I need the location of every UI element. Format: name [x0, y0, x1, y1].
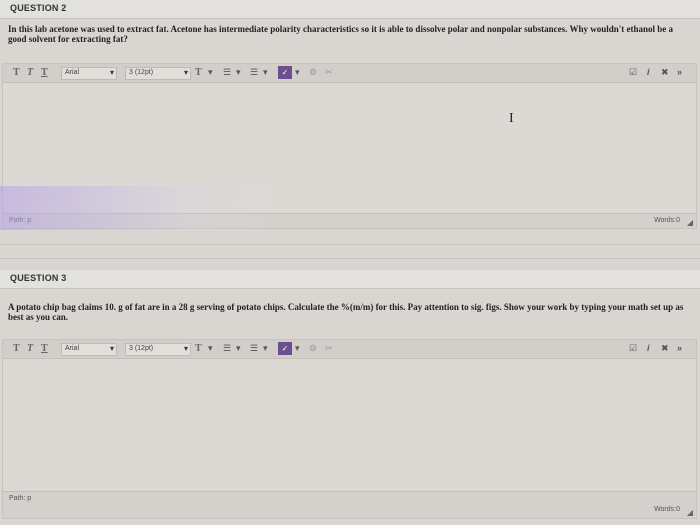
bullet-list-icon[interactable]: ☰ — [250, 343, 258, 354]
unlink-icon[interactable]: ✂ — [325, 343, 333, 354]
bullet-list-icon[interactable]: ☰ — [250, 67, 258, 78]
question-2-answer-area[interactable]: I — [3, 83, 696, 213]
font-size-select[interactable]: 3 (12pt) ▾ — [125, 343, 191, 356]
bold-button[interactable]: T — [13, 343, 20, 354]
chevron-down-icon[interactable]: ▾ — [236, 343, 241, 354]
link-icon[interactable]: ⚙ — [309, 67, 317, 78]
info-icon[interactable]: i — [647, 67, 650, 77]
path-indicator: Path: p — [9, 217, 32, 224]
chevron-down-icon: ▾ — [183, 344, 188, 353]
question-2-editor: T T T Arial ▾ 3 (12pt) ▾ T ▾ ☰ ▾ ☰ ▾ ✓ ▾… — [2, 63, 697, 229]
font-family-value: Arial — [65, 69, 80, 76]
text-color-button[interactable]: T — [195, 67, 202, 78]
chevron-down-icon[interactable]: ▾ — [208, 343, 213, 354]
question-3-title: QUESTION 3 — [10, 273, 67, 283]
chevron-down-icon[interactable]: ▾ — [295, 343, 300, 354]
question-3-editor: T T T Arial ▾ 3 (12pt) ▾ T ▾ ☰ ▾ ☰ ▾ ✓ ▾… — [2, 339, 697, 519]
chevron-down-icon: ▾ — [109, 344, 114, 353]
chevron-down-icon[interactable]: ▾ — [236, 67, 241, 78]
collapse-toolbar-icon[interactable]: » — [677, 343, 682, 353]
question-3-header: QUESTION 3 — [0, 270, 700, 289]
page: QUESTION 2 In this lab acetone was used … — [0, 0, 700, 525]
ordered-list-icon[interactable]: ☰ — [223, 343, 231, 354]
question-3-statusbar: Path: p Words:0 ◢ — [3, 491, 696, 518]
text-cursor-icon: I — [509, 111, 514, 126]
spellcheck-icon[interactable]: ✓ — [278, 66, 292, 79]
word-count: Words:0 — [654, 506, 680, 513]
chevron-down-icon[interactable]: ▾ — [263, 343, 268, 354]
font-size-select[interactable]: 3 (12pt) ▾ — [125, 67, 191, 80]
question-3-answer-area[interactable] — [3, 359, 696, 491]
chevron-down-icon[interactable]: ▾ — [295, 67, 300, 78]
unlink-icon[interactable]: ✂ — [325, 67, 333, 78]
font-size-value: 3 (12pt) — [129, 69, 154, 76]
spellcheck-toggle-icon[interactable]: ☑ — [629, 67, 637, 78]
font-family-select[interactable]: Arial ▾ — [61, 343, 117, 356]
chevron-down-icon[interactable]: ▾ — [208, 67, 213, 78]
path-indicator: Path: p — [9, 495, 32, 502]
resize-handle-icon[interactable]: ◢ — [687, 218, 693, 227]
divider — [0, 258, 700, 259]
resize-handle-icon[interactable]: ◢ — [687, 508, 693, 517]
bold-button[interactable]: T — [13, 67, 20, 78]
question-2-statusbar: Path: p Words:0 ◢ — [3, 213, 696, 228]
fullscreen-icon[interactable]: ✖ — [661, 343, 669, 354]
question-2-title: QUESTION 2 — [10, 3, 67, 13]
italic-button[interactable]: T — [27, 343, 33, 354]
question-2-text: In this lab acetone was used to extract … — [8, 24, 674, 44]
ordered-list-icon[interactable]: ☰ — [223, 67, 231, 78]
link-icon[interactable]: ⚙ — [309, 343, 317, 354]
question-2-toolbar: T T T Arial ▾ 3 (12pt) ▾ T ▾ ☰ ▾ ☰ ▾ ✓ ▾… — [3, 64, 696, 83]
underline-button[interactable]: T — [41, 343, 48, 354]
divider — [0, 244, 700, 245]
font-size-value: 3 (12pt) — [129, 345, 154, 352]
question-3-toolbar: T T T Arial ▾ 3 (12pt) ▾ T ▾ ☰ ▾ ☰ ▾ ✓ ▾… — [3, 340, 696, 359]
spellcheck-toggle-icon[interactable]: ☑ — [629, 343, 637, 354]
question-2-header: QUESTION 2 — [0, 0, 700, 19]
word-count: Words:0 — [654, 217, 680, 224]
font-family-select[interactable]: Arial ▾ — [61, 67, 117, 80]
font-family-value: Arial — [65, 345, 80, 352]
fullscreen-icon[interactable]: ✖ — [661, 67, 669, 78]
chevron-down-icon[interactable]: ▾ — [263, 67, 268, 78]
chevron-down-icon: ▾ — [109, 68, 114, 77]
text-color-button[interactable]: T — [195, 343, 202, 354]
spellcheck-icon[interactable]: ✓ — [278, 342, 292, 355]
question-3-text: A potato chip bag claims 10. g of fat ar… — [8, 302, 684, 322]
chevron-down-icon: ▾ — [183, 68, 188, 77]
underline-button[interactable]: T — [41, 67, 48, 78]
italic-button[interactable]: T — [27, 67, 33, 78]
collapse-toolbar-icon[interactable]: » — [677, 67, 682, 77]
info-icon[interactable]: i — [647, 343, 650, 353]
